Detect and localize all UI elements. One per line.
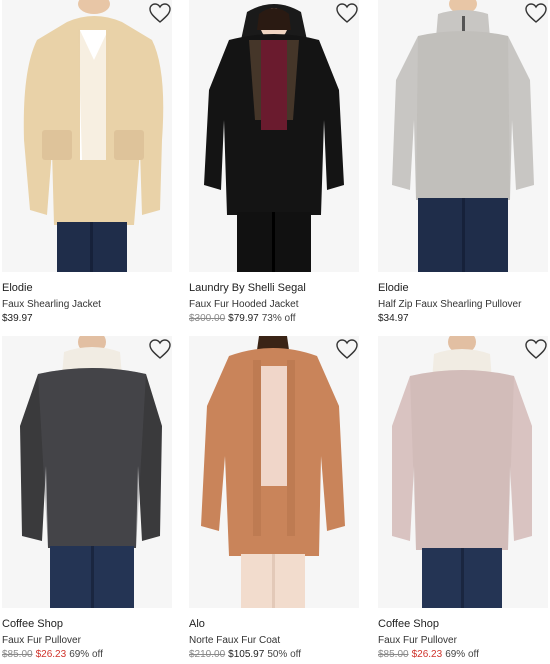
sale-price: $26.23 (411, 649, 443, 660)
wishlist-heart-icon[interactable] (335, 2, 359, 24)
product-title[interactable]: Faux Fur Pullover (378, 635, 457, 646)
wishlist-heart-icon[interactable] (524, 2, 548, 24)
price-row: $85.00 $26.23 69% off (2, 649, 103, 660)
product-price: $34.97 (378, 313, 409, 324)
product-card[interactable]: Elodie Faux Shearling Jacket $39.97 (2, 0, 172, 330)
price-row: $210.00 $105.97 50% off (189, 649, 301, 660)
product-image[interactable] (378, 336, 548, 608)
wishlist-heart-icon[interactable] (524, 338, 548, 360)
original-price: $300.00 (189, 313, 226, 324)
product-card[interactable]: Coffee Shop Faux Fur Pullover $85.00 $26.… (378, 336, 548, 664)
sale-price: $105.97 (228, 649, 265, 660)
product-image[interactable] (2, 0, 172, 272)
product-brand[interactable]: Alo (189, 618, 205, 630)
product-title[interactable]: Faux Fur Pullover (2, 635, 81, 646)
product-image[interactable] (189, 0, 359, 272)
product-grid: Elodie Faux Shearling Jacket $39.97 Laun… (0, 0, 550, 664)
product-brand[interactable]: Laundry By Shelli Segal (189, 282, 306, 294)
wishlist-heart-icon[interactable] (335, 338, 359, 360)
discount-badge: 69% off (445, 649, 479, 660)
original-price: $85.00 (2, 649, 33, 660)
product-image[interactable] (189, 336, 359, 608)
product-image[interactable] (378, 0, 548, 272)
price-row: $39.97 (2, 313, 33, 324)
sale-price: $79.97 (228, 313, 259, 324)
product-card[interactable]: Elodie Half Zip Faux Shearling Pullover … (378, 0, 548, 330)
discount-badge: 50% off (267, 649, 302, 660)
original-price: $85.00 (378, 649, 409, 660)
product-card[interactable]: Laundry By Shelli Segal Faux Fur Hooded … (189, 0, 359, 330)
product-brand[interactable]: Elodie (2, 282, 33, 294)
product-card[interactable]: Coffee Shop Faux Fur Pullover $85.00 $26.… (2, 336, 172, 664)
price-row: $300.00 $79.97 73% off (189, 313, 295, 324)
discount-badge: 73% off (261, 313, 296, 324)
product-title[interactable]: Half Zip Faux Shearling Pullover (378, 299, 521, 310)
product-price: $39.97 (2, 313, 33, 324)
price-row: $85.00 $26.23 69% off (378, 649, 479, 660)
product-title[interactable]: Faux Shearling Jacket (2, 299, 101, 310)
product-card[interactable]: Alo Norte Faux Fur Coat $210.00 $105.97 50… (189, 336, 359, 664)
sale-price: $26.23 (35, 649, 67, 660)
wishlist-heart-icon[interactable] (148, 338, 172, 360)
original-price: $210.00 (189, 649, 226, 660)
price-row: $34.97 (378, 313, 409, 324)
wishlist-heart-icon[interactable] (148, 2, 172, 24)
product-title[interactable]: Norte Faux Fur Coat (189, 635, 280, 646)
discount-badge: 69% off (69, 649, 103, 660)
product-title[interactable]: Faux Fur Hooded Jacket (189, 299, 299, 310)
product-image[interactable] (2, 336, 172, 608)
product-brand[interactable]: Coffee Shop (2, 618, 63, 630)
product-brand[interactable]: Elodie (378, 282, 409, 294)
product-brand[interactable]: Coffee Shop (378, 618, 439, 630)
